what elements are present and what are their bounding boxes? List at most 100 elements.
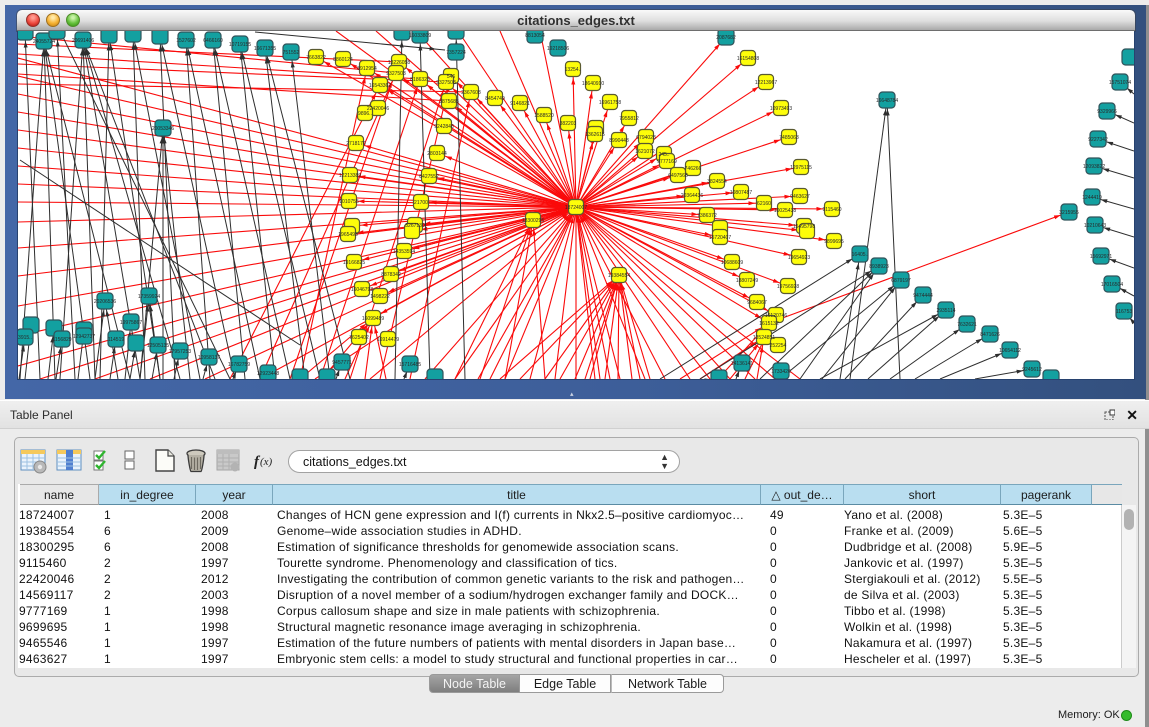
svg-text:8912954: 8912954	[357, 66, 377, 72]
svg-text:13524851: 13524851	[753, 335, 775, 341]
svg-text:9457771: 9457771	[332, 360, 352, 366]
svg-text:8878342: 8878342	[381, 272, 401, 278]
svg-text:9899695: 9899695	[824, 239, 844, 245]
svg-text:15495798: 15495798	[793, 224, 815, 230]
svg-text:7485063: 7485063	[779, 135, 799, 141]
svg-text:19218506: 19218506	[547, 46, 569, 52]
svg-text:3824554: 3824554	[707, 179, 727, 185]
svg-text:9474444: 9474444	[913, 293, 933, 299]
svg-text:9777169: 9777169	[657, 159, 677, 165]
svg-text:9896..: 9896..	[358, 111, 372, 117]
svg-text:9327508: 9327508	[436, 80, 456, 86]
svg-text:7357224: 7357224	[446, 50, 466, 56]
svg-text:9684067: 9684067	[747, 300, 767, 306]
svg-text:751552: 751552	[283, 50, 300, 56]
svg-text:12975115: 12975115	[790, 165, 812, 171]
svg-text:2087682: 2087682	[716, 35, 736, 41]
svg-text:1010755: 1010755	[339, 199, 359, 205]
svg-text:8427552: 8427552	[419, 174, 439, 180]
svg-text:1244419: 1244419	[1082, 195, 1102, 201]
svg-text:116753: 116753	[1116, 309, 1133, 315]
svg-text:13254..: 13254..	[565, 67, 582, 73]
svg-text:14136141: 14136141	[731, 361, 753, 367]
svg-text:8813054: 8813054	[525, 33, 545, 39]
svg-text:8471626: 8471626	[980, 332, 1000, 338]
svg-text:8186323: 8186323	[410, 77, 430, 83]
svg-text:15716485: 15716485	[399, 362, 421, 368]
svg-text:18807249: 18807249	[736, 278, 758, 284]
svg-text:16543362: 16543362	[369, 83, 391, 89]
svg-text:16782759: 16782759	[228, 362, 250, 368]
svg-text:6879197: 6879197	[891, 278, 911, 284]
svg-text:9327503: 9327503	[386, 71, 406, 77]
svg-text:6466160: 6466160	[203, 38, 223, 44]
svg-text:1156829: 1156829	[52, 337, 71, 343]
svg-text:3915..: 3915..	[18, 335, 32, 341]
svg-text:1527602: 1527602	[176, 38, 196, 44]
svg-text:2803144: 2803144	[427, 151, 447, 157]
svg-text:245..: 245..	[658, 152, 669, 158]
svg-text:18640910: 18640910	[582, 81, 604, 87]
svg-text:15751074: 15751074	[1109, 80, 1131, 86]
svg-text:62160: 62160	[757, 201, 771, 207]
svg-text:7386372: 7386372	[697, 213, 717, 219]
svg-text:12505135: 12505135	[147, 343, 169, 349]
svg-text:16914479: 16914479	[377, 337, 399, 343]
svg-text:9242848: 9242848	[434, 124, 454, 130]
svg-text:19975867: 19975867	[120, 320, 142, 326]
svg-text:12942737: 12942737	[73, 334, 95, 340]
svg-text:1588520: 1588520	[534, 113, 554, 119]
svg-text:16154808: 16154808	[737, 56, 759, 62]
svg-text:2935114: 2935114	[936, 308, 955, 314]
svg-text:10688609: 10688609	[721, 260, 743, 266]
svg-text:10958137: 10958137	[198, 355, 220, 361]
svg-text:19756928: 19756928	[777, 284, 799, 290]
svg-text:15692971: 15692971	[1090, 254, 1112, 260]
svg-text:9115460: 9115460	[822, 207, 841, 213]
svg-text:7625402: 7625402	[349, 335, 369, 341]
svg-text:20053346: 20053346	[152, 126, 174, 132]
svg-text:2718170: 2718170	[346, 141, 366, 147]
svg-text:17359924: 17359924	[138, 294, 160, 300]
svg-text:19166825: 19166825	[343, 260, 365, 266]
svg-text:10025438: 10025438	[774, 208, 796, 214]
svg-text:3215955: 3215955	[1059, 210, 1079, 216]
svg-text:1733426: 1733426	[771, 369, 791, 375]
svg-text:10719155: 10719155	[229, 42, 251, 48]
svg-text:16120746: 16120746	[765, 313, 787, 319]
svg-text:16961758: 16961758	[599, 100, 621, 106]
svg-text:3267130: 3267130	[405, 223, 425, 229]
svg-text:8860124: 8860124	[333, 57, 353, 63]
svg-text:20691406: 20691406	[72, 38, 94, 44]
svg-text:12093822: 12093822	[1083, 164, 1105, 170]
svg-text:6794028: 6794028	[636, 135, 656, 141]
svg-text:14353594: 14353594	[393, 249, 415, 255]
svg-text:16405..: 16405..	[852, 252, 869, 258]
svg-text:16033809: 16033809	[409, 33, 431, 39]
svg-text:8938923: 8938923	[869, 264, 889, 270]
svg-text:13226058: 13226058	[388, 60, 410, 66]
svg-text:114519: 114519	[108, 337, 125, 343]
svg-text:9329966: 9329966	[1097, 109, 1117, 115]
svg-text:1615132: 1615132	[759, 321, 779, 327]
svg-text:12923448: 12923448	[257, 371, 279, 377]
svg-text:8990448: 8990448	[609, 138, 629, 144]
svg-text:9463627: 9463627	[790, 194, 810, 200]
svg-text:9146821: 9146821	[510, 101, 530, 107]
svg-text:24055724: 24055724	[33, 39, 55, 45]
svg-text:7663822: 7663822	[306, 55, 326, 61]
svg-text:17016504: 17016504	[1101, 282, 1123, 288]
svg-text:20206536: 20206536	[94, 299, 116, 305]
svg-text:7632621: 7632621	[957, 322, 977, 328]
svg-text:16046798: 16046798	[351, 287, 373, 293]
svg-text:10210643: 10210643	[1084, 223, 1106, 229]
svg-text:12213389: 12213389	[339, 173, 361, 179]
svg-text:21700: 21700	[414, 200, 428, 206]
svg-text:18300295: 18300295	[522, 218, 544, 224]
svg-text:8454749: 8454749	[485, 96, 505, 102]
svg-text:3875685: 3875685	[439, 99, 459, 105]
svg-text:16099489: 16099489	[362, 316, 384, 322]
svg-text:1362615: 1362615	[585, 132, 605, 138]
svg-text:746266: 746266	[685, 166, 702, 172]
svg-text:382203: 382203	[560, 121, 577, 127]
